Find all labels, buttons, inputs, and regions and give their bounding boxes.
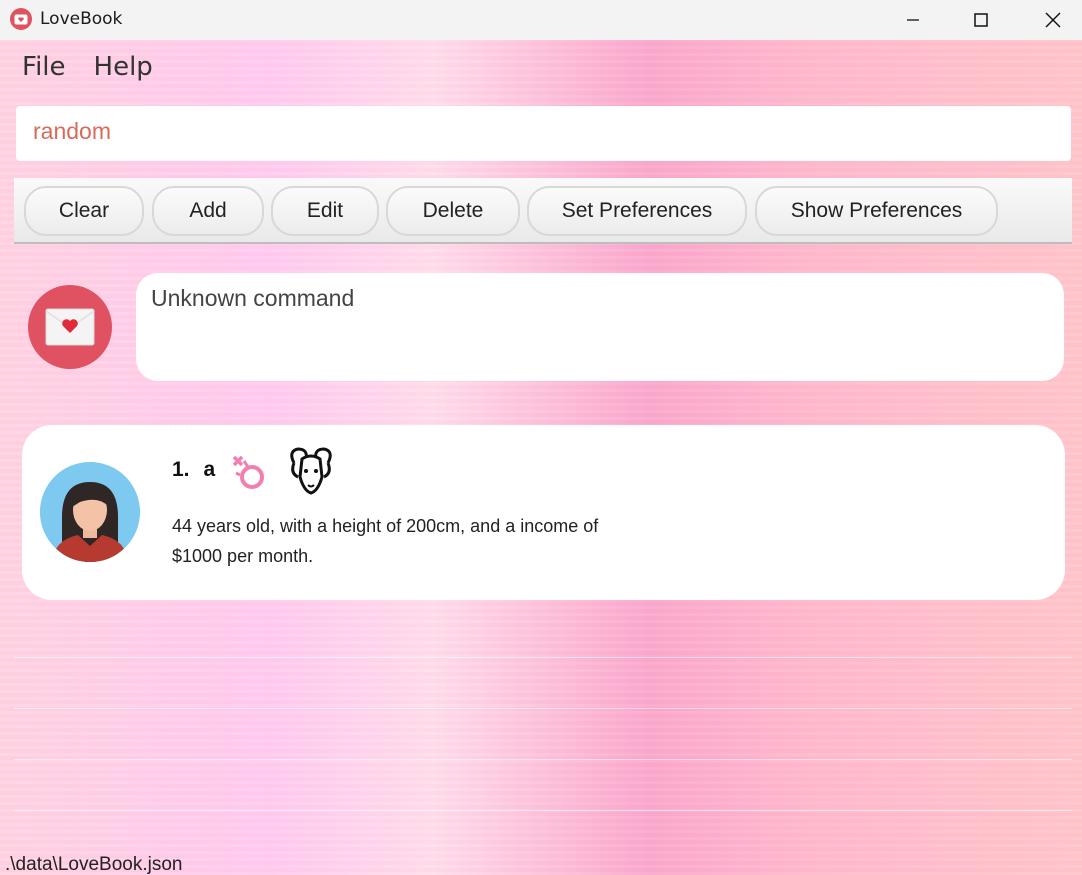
maximize-button[interactable]	[958, 0, 1004, 40]
empty-row-divider	[14, 708, 1072, 709]
add-button[interactable]: Add	[152, 186, 264, 236]
clear-button[interactable]: Clear	[24, 186, 144, 236]
empty-row-divider	[14, 810, 1072, 811]
menu-file[interactable]: File	[0, 48, 80, 88]
show-preferences-button[interactable]: Show Preferences	[755, 186, 998, 236]
gender-symbol-icon	[232, 455, 264, 489]
person-name-line: 1. a	[172, 458, 229, 482]
person-index: 1.	[172, 458, 190, 481]
main-window: File Help random Clear Add Edit Delete S…	[0, 40, 1082, 875]
love-letter-icon	[28, 285, 112, 369]
close-button[interactable]	[1030, 0, 1076, 40]
person-description: 44 years old, with a height of 200cm, an…	[172, 516, 599, 566]
status-bar-path: .\data\LoveBook.json	[5, 854, 183, 875]
title-bar: LoveBook	[0, 0, 1082, 40]
list-item[interactable]: 1. a 44 years old, with a height of 200cm…	[22, 425, 1065, 600]
menu-help[interactable]: Help	[80, 48, 167, 88]
person-name: a	[203, 458, 216, 481]
person-list[interactable]: 1. a 44 years old, with a height of 200cm…	[14, 405, 1072, 845]
empty-row-divider	[14, 759, 1072, 760]
minimize-icon	[907, 19, 919, 21]
set-preferences-button[interactable]: Set Preferences	[527, 186, 747, 236]
result-display: Unknown command	[136, 273, 1064, 381]
delete-button[interactable]: Delete	[386, 186, 520, 236]
minimize-button[interactable]	[890, 0, 936, 40]
empty-row-divider	[14, 657, 1072, 658]
edit-button[interactable]: Edit	[271, 186, 379, 236]
close-icon	[1045, 12, 1061, 28]
maximize-icon	[974, 13, 988, 27]
aries-ram-icon	[290, 447, 332, 495]
app-logo-icon	[10, 8, 32, 30]
window-title: LoveBook	[40, 9, 123, 29]
menu-bar: File Help	[0, 48, 167, 88]
command-input[interactable]: random	[16, 106, 1071, 161]
avatar	[40, 462, 140, 562]
toolbar: Clear Add Edit Delete Set Preferences Sh…	[14, 178, 1072, 244]
